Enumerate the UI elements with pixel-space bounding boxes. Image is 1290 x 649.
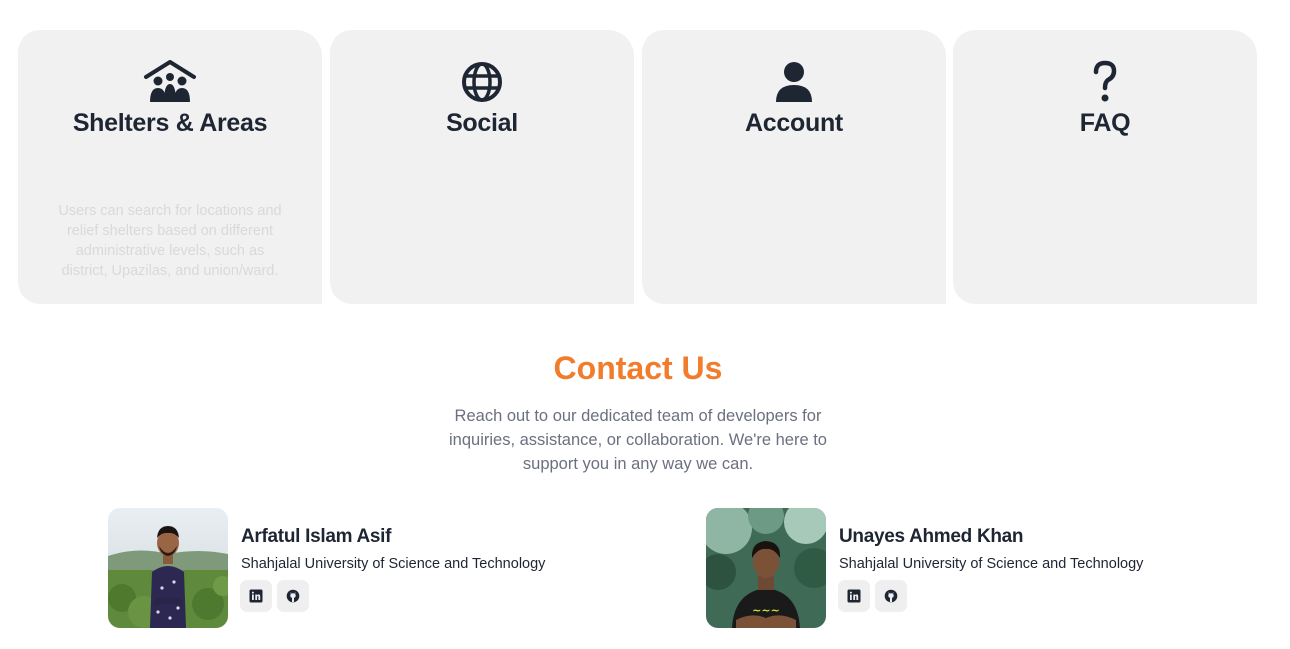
feature-title: Shelters & Areas [72,109,268,137]
svg-text:~~~: ~~~ [752,604,780,617]
globe-icon [455,60,509,104]
avatar [108,508,228,628]
github-button[interactable] [277,580,309,612]
feature-description: Users can search for locations and relie… [58,203,282,279]
member-name: Arfatul Islam Asif [241,526,392,547]
linkedin-icon [847,589,861,603]
github-button[interactable] [875,580,907,612]
member-university: Shahjalal University of Science and Tech… [241,556,546,572]
feature-title: FAQ [1079,109,1131,137]
feature-title: Social [446,109,518,137]
github-icon [286,589,300,603]
linkedin-button[interactable] [838,580,870,612]
member-name: Unayes Ahmed Khan [839,526,1024,547]
member-social-links [838,580,907,612]
feature-card-shelters[interactable]: Shelters & Areas Users can search for lo… [18,30,322,304]
contact-subtitle: Reach out to our dedicated team of devel… [449,407,827,473]
avatar: ~~~ [706,508,826,628]
family-shelter-icon [143,60,197,104]
contact-title: Contact Us [553,350,723,386]
linkedin-icon [249,589,263,603]
member-university: Shahjalal University of Science and Tech… [839,556,1144,572]
question-mark-icon [1078,60,1132,104]
feature-card-social[interactable]: Social [330,30,634,304]
user-icon [767,60,821,104]
linkedin-button[interactable] [240,580,272,612]
feature-card-faq[interactable]: FAQ [953,30,1257,304]
features-section: Shelters & Areas Users can search for lo… [18,30,1258,304]
member-social-links [240,580,309,612]
feature-title: Account [745,109,843,137]
github-icon [884,589,898,603]
feature-card-account[interactable]: Account [642,30,946,304]
